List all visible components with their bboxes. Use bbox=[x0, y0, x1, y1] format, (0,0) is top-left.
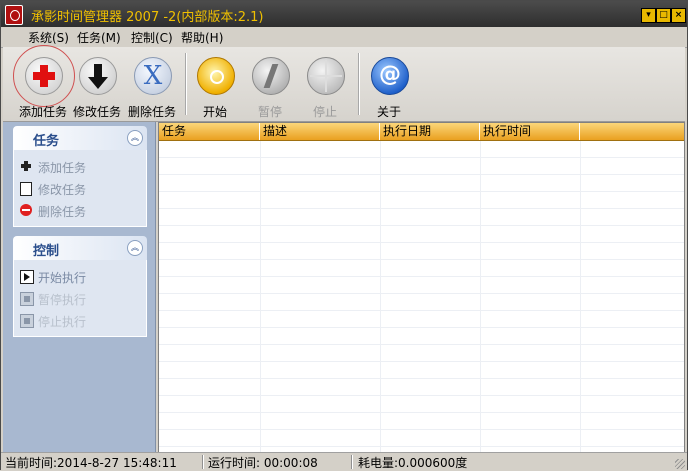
x-icon: X bbox=[134, 57, 172, 95]
sidebar-item-label: 开始执行 bbox=[38, 271, 87, 285]
collapse-chevron-icon[interactable]: ︽ bbox=[127, 240, 143, 256]
pause-icon bbox=[20, 292, 34, 306]
status-divider bbox=[351, 455, 353, 469]
column-divider bbox=[260, 141, 261, 453]
task-panel: 任务 ︽ 添加任务 修改任务 删除任务 bbox=[13, 126, 147, 227]
sidebar-item-label: 修改任务 bbox=[38, 183, 87, 197]
column-divider bbox=[580, 141, 581, 453]
status-current-time: 当前时间:2014-8-27 15:48:11 bbox=[5, 456, 177, 470]
document-icon bbox=[20, 182, 32, 196]
sidebar-item-start[interactable]: 开始执行 bbox=[14, 266, 146, 288]
sidebar-item-stop[interactable]: 停止执行 bbox=[14, 310, 146, 332]
column-header-task[interactable]: 任务 bbox=[159, 123, 260, 140]
delete-task-button[interactable]: X 删除任务 bbox=[124, 49, 180, 119]
task-panel-title: 任务 bbox=[33, 134, 60, 149]
resize-grip[interactable] bbox=[675, 459, 685, 469]
play-icon bbox=[20, 270, 34, 284]
column-header-filler bbox=[580, 123, 684, 140]
sidebar-item-pause[interactable]: 暂停执行 bbox=[14, 288, 146, 310]
column-header-time[interactable]: 执行时间 bbox=[480, 123, 580, 140]
delete-task-label: 删除任务 bbox=[127, 105, 176, 119]
about-button[interactable]: @ 关于 bbox=[361, 49, 417, 119]
about-label: 关于 bbox=[376, 105, 401, 119]
task-table[interactable]: 任务 描述 执行日期 执行时间 bbox=[158, 122, 685, 454]
menu-task[interactable]: 任务(M) bbox=[77, 29, 121, 46]
control-panel-header[interactable]: 控制 ︽ bbox=[13, 236, 147, 260]
at-sign-icon: @ bbox=[371, 57, 409, 95]
stop-icon bbox=[20, 314, 34, 328]
sidebar-item-label: 暂停执行 bbox=[38, 293, 87, 307]
status-run-time: 运行时间: 00:00:08 bbox=[208, 456, 318, 470]
close-button[interactable]: × bbox=[671, 8, 686, 23]
stop-button[interactable]: 停止 bbox=[297, 49, 353, 119]
status-power: 耗电量:0.000600度 bbox=[358, 456, 468, 470]
control-panel: 控制 ︽ 开始执行 暂停执行 停止执行 bbox=[13, 236, 147, 337]
column-divider bbox=[380, 141, 381, 453]
maximize-button[interactable]: □ bbox=[656, 8, 671, 23]
minimize-button[interactable]: ▾ bbox=[641, 8, 656, 23]
sidebar: 任务 ︽ 添加任务 修改任务 删除任务 控制 ︽ 开始执行 暂停执行 停止执行 bbox=[3, 122, 156, 452]
table-header: 任务 描述 执行日期 执行时间 bbox=[159, 123, 684, 141]
start-button[interactable]: 开始 bbox=[187, 49, 243, 119]
play-disc-icon bbox=[197, 57, 235, 95]
column-header-description[interactable]: 描述 bbox=[260, 123, 380, 140]
sidebar-item-label: 停止执行 bbox=[38, 315, 87, 329]
menu-control[interactable]: 控制(C) bbox=[131, 29, 173, 46]
menu-system[interactable]: 系统(S) bbox=[28, 29, 69, 46]
clock-app-icon[interactable] bbox=[5, 5, 23, 25]
edit-task-button[interactable]: 修改任务 bbox=[69, 49, 125, 119]
title-bar[interactable]: 承影时间管理器 2007 -2(内部版本:2.1) ▾ □ × bbox=[1, 1, 687, 27]
menu-bar: 系统(S) 任务(M) 控制(C) 帮助(H) bbox=[1, 27, 687, 48]
status-divider bbox=[202, 455, 204, 469]
sidebar-item-add-task[interactable]: 添加任务 bbox=[14, 156, 146, 178]
sidebar-item-edit-task[interactable]: 修改任务 bbox=[14, 178, 146, 200]
status-bar: 当前时间:2014-8-27 15:48:11 运行时间: 00:00:08 耗… bbox=[1, 452, 687, 470]
stop-label: 停止 bbox=[312, 105, 337, 119]
sidebar-item-label: 删除任务 bbox=[38, 205, 87, 219]
pause-button[interactable]: 暂停 bbox=[242, 49, 298, 119]
column-header-date[interactable]: 执行日期 bbox=[380, 123, 480, 140]
minus-circle-icon bbox=[20, 204, 32, 216]
sidebar-item-label: 添加任务 bbox=[38, 161, 87, 175]
plus-icon bbox=[20, 160, 32, 172]
task-panel-body: 添加任务 修改任务 删除任务 bbox=[13, 150, 147, 227]
sidebar-item-delete-task[interactable]: 删除任务 bbox=[14, 200, 146, 222]
add-task-button[interactable]: 添加任务 bbox=[13, 45, 75, 119]
pause-icon bbox=[252, 57, 290, 95]
stop-icon bbox=[307, 57, 345, 95]
window-title: 承影时间管理器 2007 -2(内部版本:2.1) bbox=[31, 10, 264, 25]
red-plus-icon bbox=[25, 57, 63, 95]
menu-help[interactable]: 帮助(H) bbox=[181, 29, 223, 46]
column-divider bbox=[480, 141, 481, 453]
main-window: 承影时间管理器 2007 -2(内部版本:2.1) ▾ □ × 系统(S) 任务… bbox=[0, 0, 688, 470]
control-panel-title: 控制 bbox=[33, 244, 60, 259]
collapse-chevron-icon[interactable]: ︽ bbox=[127, 130, 143, 146]
toolbar: 添加任务 修改任务 X 删除任务 开始 暂停 停止 @ 关于 bbox=[3, 45, 685, 122]
table-body[interactable] bbox=[159, 141, 684, 453]
task-panel-header[interactable]: 任务 ︽ bbox=[13, 126, 147, 150]
down-arrow-icon bbox=[79, 57, 117, 95]
control-panel-body: 开始执行 暂停执行 停止执行 bbox=[13, 260, 147, 337]
